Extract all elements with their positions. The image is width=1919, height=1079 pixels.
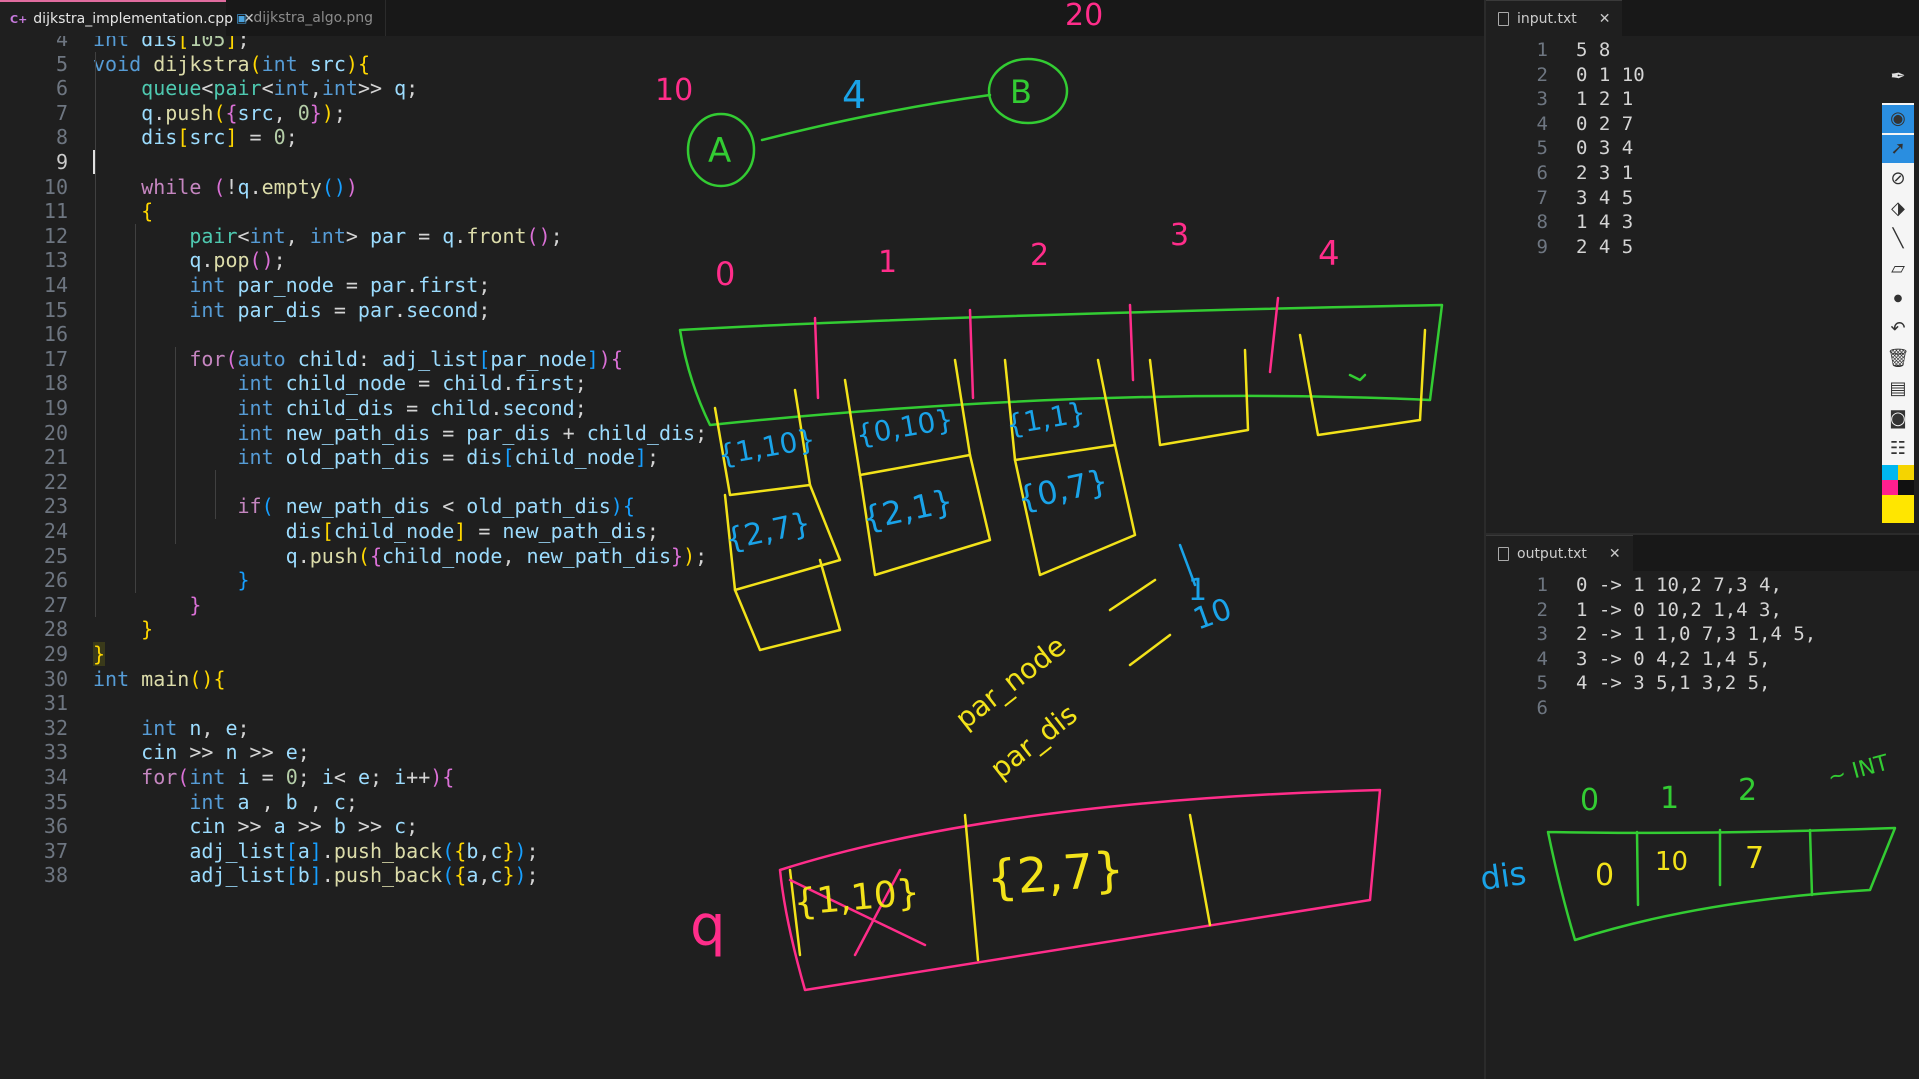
camera-icon[interactable]: ◙ xyxy=(1882,405,1914,433)
cursor-icon[interactable]: ➚ xyxy=(1882,135,1914,163)
dis-value-0: 0 xyxy=(1595,858,1614,893)
dis-divider-1 xyxy=(1635,830,1640,907)
index-3: 3 xyxy=(1170,218,1189,253)
tag-icon[interactable]: ⬗ xyxy=(1882,195,1914,223)
board-icon[interactable]: ▤ xyxy=(1882,375,1914,403)
trash-icon[interactable]: 🗑 xyxy=(1882,345,1914,373)
queue-label: q xyxy=(690,894,726,959)
array-divider-3 xyxy=(1128,303,1135,382)
stack-4-box xyxy=(1298,328,1427,437)
undo-icon[interactable]: ↶ xyxy=(1882,315,1914,343)
index-4: 4 xyxy=(1318,234,1340,274)
annotation-toolbar: ✒ ◉ ➚ ⊘ ⬗ ╲ ▱ ● ↶ 🗑 ▤ ◙ ☷ xyxy=(1880,59,1916,529)
clipboard-icon[interactable]: ☷ xyxy=(1882,435,1914,463)
queue-divider-1 xyxy=(963,813,980,962)
color-cyan[interactable] xyxy=(1882,465,1898,480)
dot-icon[interactable]: ● xyxy=(1882,285,1914,313)
ruler-icon[interactable]: ▱ xyxy=(1882,255,1914,283)
index-0: 0 xyxy=(715,255,735,293)
node-b-label: B xyxy=(1010,73,1032,111)
node-a-dist-label: 10 xyxy=(655,73,693,108)
annotation-20: 20 xyxy=(1065,0,1103,33)
dis-value-2: 7 xyxy=(1745,841,1764,876)
node-a-label: A xyxy=(708,131,731,171)
edge-weight-label: 4 xyxy=(842,73,866,117)
dis-value-1: 10 xyxy=(1655,847,1688,877)
line-icon[interactable]: ╲ xyxy=(1882,225,1914,253)
array-arrow xyxy=(1348,373,1367,382)
eraser-icon[interactable]: ⊘ xyxy=(1882,165,1914,193)
cell-0-top: {1,10} xyxy=(715,422,817,472)
array-divider-2 xyxy=(968,308,975,400)
queue-cell-1: {1,10} xyxy=(792,872,921,924)
dis-index-2: 2 xyxy=(1738,773,1757,808)
index-1: 1 xyxy=(878,245,897,280)
color-magenta[interactable] xyxy=(1882,480,1898,495)
color-yellow-top[interactable] xyxy=(1898,465,1914,480)
par-node-underline xyxy=(1108,578,1157,612)
pen-icon[interactable]: ✒ xyxy=(1882,63,1914,91)
color-yellow[interactable] xyxy=(1882,495,1914,523)
queue-divider-2 xyxy=(1188,813,1212,927)
dis-divider-3 xyxy=(1808,828,1814,897)
eye-icon[interactable]: ◉ xyxy=(1882,105,1914,133)
dis-trailing: ~ INT xyxy=(1825,751,1892,791)
array-divider-1 xyxy=(813,316,820,400)
cell-1-mid: {2,1} xyxy=(859,482,957,538)
dis-index-1: 1 xyxy=(1660,781,1679,816)
index-2: 2 xyxy=(1030,238,1049,273)
cell-0-mid: {2,7} xyxy=(722,506,813,558)
dis-label: dis xyxy=(1478,854,1529,898)
edge-line xyxy=(760,93,992,142)
ink-overlay: 20 A B 4 10 0 1 2 3 4 {1,10} {0,10} {1,1… xyxy=(655,0,1897,992)
stack-0-box3 xyxy=(733,558,842,652)
cell-2-mid: {0,7} xyxy=(1014,462,1112,518)
color-black[interactable] xyxy=(1898,480,1914,495)
dis-index-0: 0 xyxy=(1580,783,1599,818)
queue-cell-2: {2,7} xyxy=(985,842,1126,907)
par-dis-underline xyxy=(1128,633,1172,667)
